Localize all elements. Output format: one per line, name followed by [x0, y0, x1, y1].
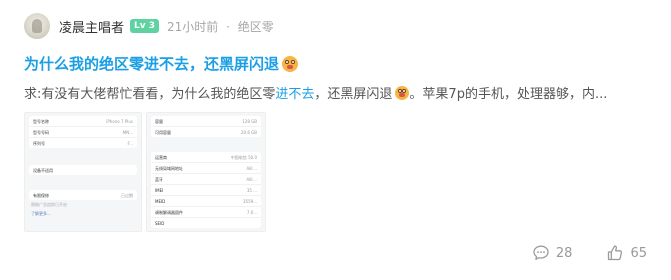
dizzy-face-emoji-icon	[282, 55, 299, 72]
post-title[interactable]: 为什么我的绝区零进不去，还黑屏闪退	[24, 53, 299, 74]
thumbs-up-icon	[608, 245, 623, 261]
comment-count: 28	[555, 245, 573, 261]
author-name[interactable]: 凌晨主唱者	[59, 17, 124, 36]
settings-section: 有限保修 已过期	[29, 190, 137, 200]
post-actions: 28 65	[498, 244, 647, 262]
meta-separator: ·	[226, 19, 230, 34]
forum-name[interactable]: 绝区零	[238, 20, 274, 34]
post-meta: 21小时前 · 绝区零	[167, 18, 274, 35]
post-card[interactable]: 凌晨主唱者 Lv 3 21小时前 · 绝区零 为什么我的绝区零进不去，还黑屏闪退…	[0, 0, 671, 280]
post-image-1[interactable]: 型号名称 iPhone 7 Plus 型号号码 MN... 序列号 F... 设备不适…	[24, 112, 142, 232]
like-count: 65	[630, 245, 647, 261]
summary-text-1: 求:有没有大佬帮忙看看，为什么我的绝区零	[24, 87, 276, 102]
image-note: 限制广告追踪已开启	[31, 202, 67, 207]
summary-text-2: ，还黑屏闪退	[314, 87, 393, 102]
level-badge: Lv 3	[130, 19, 160, 33]
dizzy-face-emoji-icon	[395, 85, 410, 100]
comment-icon	[533, 245, 549, 260]
avatar[interactable]	[24, 13, 50, 39]
summary-text-3: 。苹果7p的手机，处理器够，内...	[409, 87, 608, 102]
image-note-link: 了解更多...	[31, 211, 51, 216]
post-time: 21小时前	[167, 19, 219, 34]
post-header: 凌晨主唱者 Lv 3 21小时前 · 绝区零	[24, 12, 274, 40]
post-image-2[interactable]: 容量 128 GB 可用容量 20.6 GB 运营商 中国电信 50.0 无线局域网地…	[146, 112, 266, 232]
settings-section: 运营商 中国电信 50.0 无线局域网地址 A8:... 蓝牙 A8:... IMEI…	[151, 152, 261, 228]
settings-section: 容量 128 GB 可用容量 20.6 GB	[151, 116, 261, 137]
summary-highlight: 进不去	[275, 87, 315, 102]
settings-section: 型号名称 iPhone 7 Plus 型号号码 MN... 序列号 F...	[29, 116, 137, 148]
post-summary[interactable]: 求:有没有大佬帮忙看看，为什么我的绝区零 进不去 ，还黑屏闪退 。苹果7p的手机…	[24, 83, 654, 102]
comment-button[interactable]: 28	[532, 244, 573, 262]
post-title-text[interactable]: 为什么我的绝区零进不去，还黑屏闪退	[24, 53, 279, 74]
settings-section: 设备不适用	[29, 165, 137, 175]
like-button[interactable]: 65	[606, 244, 647, 262]
